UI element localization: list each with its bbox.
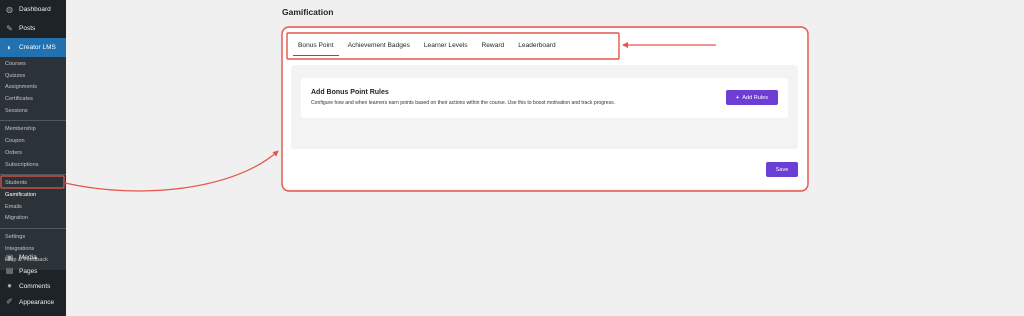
appearance-icon: ✐ — [6, 297, 13, 306]
sidebar-item-comments[interactable]: ● Comments — [0, 278, 66, 294]
submenu-item-students[interactable]: Students — [0, 178, 66, 190]
sidebar-item-label: Media — [19, 254, 37, 262]
sidebar-item-creator-lms[interactable]: ◐ Creator LMS — [0, 38, 66, 57]
media-icon: ▣ — [5, 252, 14, 262]
tab-bonus-point[interactable]: Bonus Point — [291, 36, 341, 56]
sidebar-item-label: Dashboard — [19, 6, 51, 13]
add-rules-label: Add Rules — [742, 94, 769, 101]
submenu-item-orders[interactable]: Orders — [0, 148, 66, 160]
submenu-item-quizzes[interactable]: Quizzes — [0, 71, 66, 83]
submenu-divider — [0, 174, 66, 176]
submenu-item-membership[interactable]: Membership — [0, 124, 66, 136]
page-title: Gamification — [282, 7, 334, 17]
sidebar-item-pages[interactable]: ▤ Pages — [0, 265, 66, 279]
submenu-item-gamification[interactable]: Gamification — [0, 190, 66, 202]
sidebar-item-dashboard[interactable]: ◍ Dashboard — [0, 0, 66, 19]
submenu-item-certificates[interactable]: Certificates — [0, 94, 66, 106]
pin-icon: ✎ — [6, 23, 13, 33]
gamification-arrow — [64, 150, 279, 192]
save-label: Save — [775, 166, 789, 173]
sidebar-item-label: Appearance — [19, 298, 55, 306]
tab-reward[interactable]: Reward — [475, 36, 512, 56]
sidebar-item-posts[interactable]: ✎ Posts — [0, 19, 66, 38]
plus-icon: + — [735, 94, 740, 101]
tab-achievement-badges[interactable]: Achievement Badges — [341, 36, 417, 56]
sidebar-item-label: Comments — [19, 282, 51, 290]
sidebar-item-label: Pages — [19, 267, 38, 275]
submenu-item-migration[interactable]: Migration — [0, 213, 66, 225]
sidebar-bottom-group: ▣ Media ▤ Pages ● Comments ✐ Appearance — [0, 251, 66, 310]
submenu-item-subscriptions[interactable]: Subscriptions — [0, 160, 66, 172]
submenu-item-coupon[interactable]: Coupon — [0, 136, 66, 148]
sidebar-item-label: Creator LMS — [19, 44, 56, 51]
sidebar-item-label: Posts — [19, 25, 36, 32]
pages-icon: ▤ — [5, 266, 14, 276]
sidebar-item-media[interactable]: ▣ Media — [0, 251, 66, 265]
creator-lms-submenu: Courses Quizzes Assignments Certificates… — [0, 57, 66, 270]
submenu-item-emails[interactable]: Emails — [0, 202, 66, 214]
rules-description: Configure how and when learners earn poi… — [311, 100, 616, 106]
sidebar-item-appearance[interactable]: ✐ Appearance — [0, 294, 66, 310]
submenu-divider — [0, 120, 66, 122]
add-rules-button[interactable]: + Add Rules — [726, 90, 778, 105]
comments-icon: ● — [7, 281, 12, 290]
submenu-divider — [0, 227, 66, 229]
submenu-item-settings[interactable]: Settings — [0, 232, 66, 244]
submenu-item-sessions[interactable]: Sessions — [0, 106, 66, 118]
save-button[interactable]: Save — [766, 162, 798, 177]
rules-title: Add Bonus Point Rules — [311, 89, 389, 96]
bonus-rules-box — [301, 78, 788, 118]
submenu-item-assignments[interactable]: Assignments — [0, 82, 66, 94]
tab-learner-levels[interactable]: Learner Levels — [417, 36, 475, 56]
dashboard-icon: ◍ — [6, 4, 13, 14]
submenu-item-courses[interactable]: Courses — [0, 59, 66, 71]
tab-leaderboard[interactable]: Leaderboard — [511, 36, 562, 56]
gamification-tabs: Bonus Point Achievement Badges Learner L… — [291, 36, 563, 56]
admin-sidebar: ◍ Dashboard ✎ Posts ◐ Creator LMS Course… — [0, 0, 66, 316]
creator-lms-icon: ◐ — [7, 42, 12, 52]
